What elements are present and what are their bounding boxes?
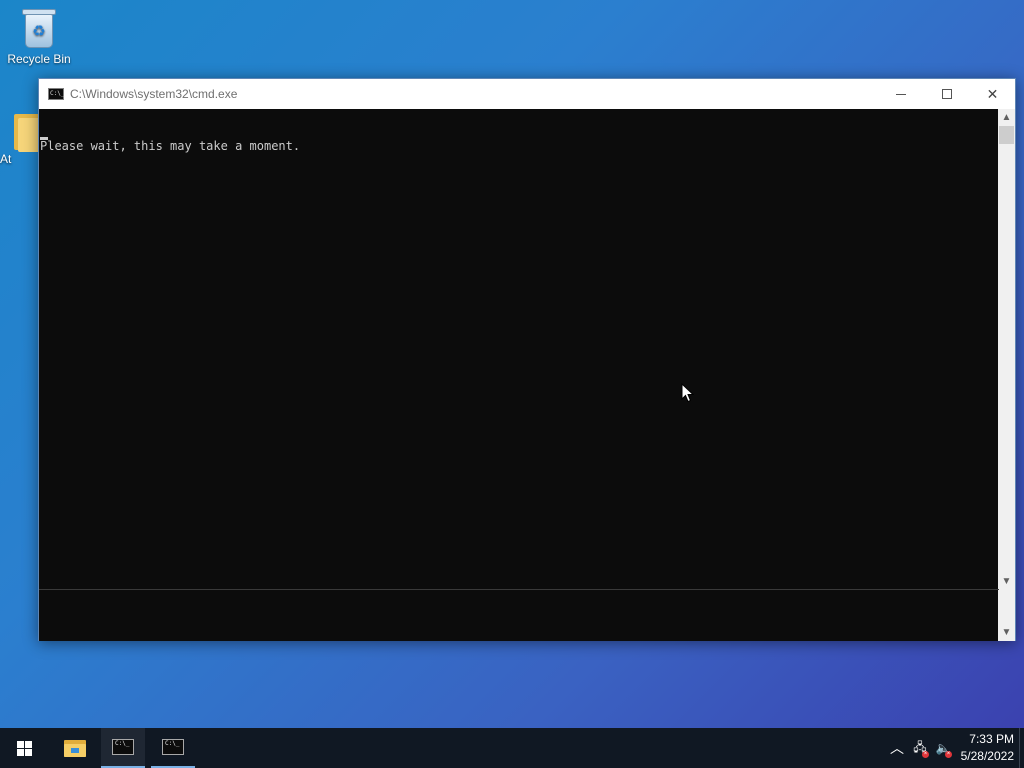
chevron-down-icon: ▼ bbox=[1001, 627, 1012, 638]
taskbar-cmd-1[interactable]: C:\_ bbox=[101, 728, 145, 768]
scroll-down-button[interactable]: ▼ bbox=[998, 573, 1015, 590]
close-button[interactable]: ✕ bbox=[970, 79, 1015, 109]
chevron-down-icon: ▼ bbox=[1001, 576, 1012, 587]
clock[interactable]: 7:33 PM 5/28/2022 bbox=[948, 731, 1014, 765]
taskbar-cmd-2[interactable]: C:\_ bbox=[151, 728, 195, 768]
show-hidden-icons-button[interactable]: ︿ bbox=[886, 728, 908, 768]
minimize-button[interactable] bbox=[878, 79, 923, 109]
recycle-bin-icon: ♻ bbox=[19, 6, 59, 50]
windows-logo-icon bbox=[16, 740, 32, 756]
lower-pane-scrollbar[interactable]: ▼ bbox=[998, 590, 1015, 641]
maximize-button[interactable] bbox=[924, 79, 969, 109]
clock-date: 5/28/2022 bbox=[960, 749, 1014, 763]
scroll-up-button[interactable]: ▲ bbox=[998, 109, 1015, 126]
console-scrollbar[interactable]: ▲ ▼ bbox=[998, 109, 1015, 590]
taskbar-file-explorer[interactable] bbox=[53, 728, 97, 768]
taskbar: C:\_ C:\_ ︿ 🖧 × 🔈 × 7:33 PM 5/28/2022 bbox=[0, 728, 1024, 768]
cmd-window[interactable]: C:\_ C:\Windows\system32\cmd.exe ✕ Pleas… bbox=[38, 78, 1016, 641]
cmd-icon: C:\_ bbox=[48, 88, 64, 100]
scroll-thumb[interactable] bbox=[999, 126, 1014, 144]
cmd-icon: C:\_ bbox=[162, 739, 184, 755]
title-bar[interactable]: C:\_ C:\Windows\system32\cmd.exe ✕ bbox=[39, 79, 1015, 109]
network-button[interactable]: 🖧 × bbox=[909, 728, 931, 768]
cmd-icon: C:\_ bbox=[112, 739, 134, 755]
desktop-icon-label: Recycle Bin bbox=[7, 52, 71, 66]
console-output[interactable]: Please wait, this may take a moment. bbox=[39, 109, 999, 590]
console-lower-pane[interactable] bbox=[39, 590, 999, 641]
close-icon: ✕ bbox=[986, 85, 999, 102]
show-desktop-button[interactable] bbox=[1019, 728, 1024, 768]
error-badge-icon: × bbox=[922, 751, 929, 758]
window-title: C:\Windows\system32\cmd.exe bbox=[70, 87, 238, 101]
text-cursor bbox=[40, 137, 48, 140]
desktop-icon-recycle-bin[interactable]: ♻ Recycle Bin bbox=[1, 6, 77, 66]
maximize-icon bbox=[941, 89, 952, 99]
chevron-up-icon: ▲ bbox=[1001, 112, 1012, 123]
scroll-down-button[interactable]: ▼ bbox=[998, 624, 1015, 641]
console-line: Please wait, this may take a moment. bbox=[40, 139, 301, 153]
clock-time: 7:33 PM bbox=[969, 732, 1014, 746]
minimize-icon bbox=[895, 93, 906, 95]
mouse-pointer-icon bbox=[681, 383, 695, 403]
chevron-up-icon: ︿ bbox=[890, 740, 904, 756]
folder-icon bbox=[64, 739, 86, 757]
start-button[interactable] bbox=[2, 728, 46, 768]
